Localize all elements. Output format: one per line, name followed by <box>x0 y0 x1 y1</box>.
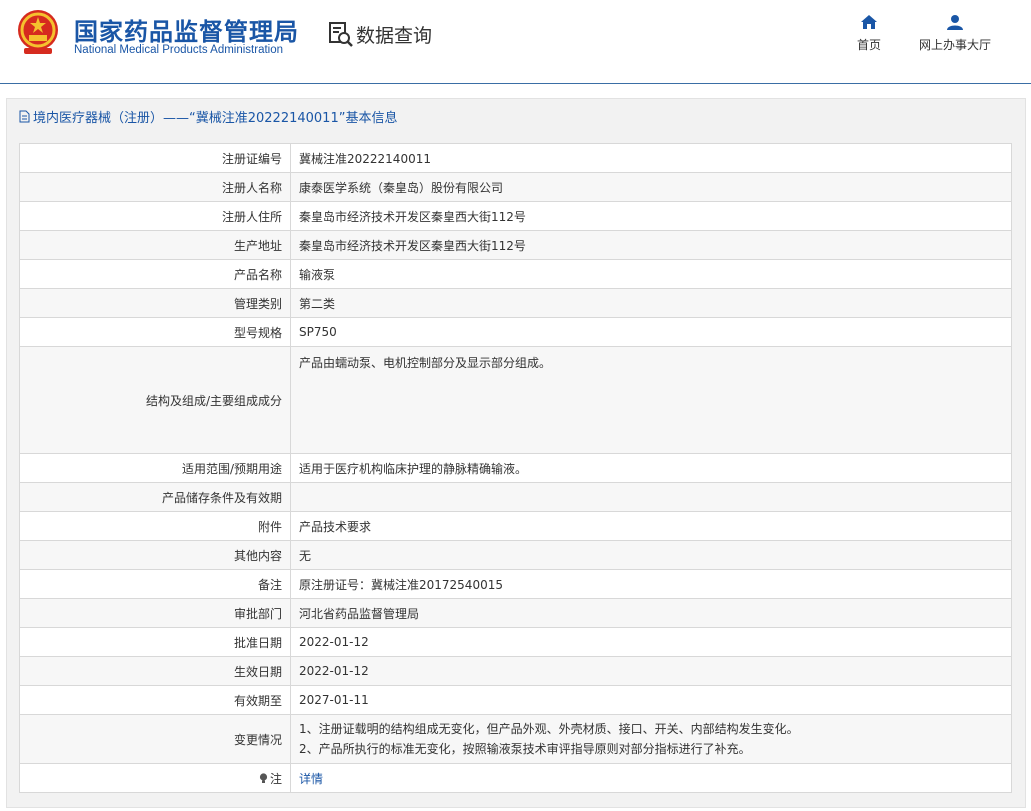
table-row: 批准日期 2022-01-12 <box>19 627 1012 657</box>
table-row: 管理类别 第二类 <box>19 288 1012 318</box>
field-label: 注册人名称 <box>19 172 291 202</box>
table-row: 其他内容无 <box>19 540 1012 570</box>
bulb-icon <box>259 772 268 783</box>
table-row: 生效日期 2022-01-12 <box>19 656 1012 686</box>
info-table: 注册证编号 冀械注准20222140011 注册人名称 康泰医学系统（秦皇岛）股份有… <box>19 143 1012 793</box>
table-row: 注册人名称 康泰医学系统（秦皇岛）股份有限公司 <box>19 172 1012 202</box>
table-row: 结构及组成/主要组成成分 产品由蠕动泵、电机控制部分及显示部分组成。 <box>19 346 1012 454</box>
table-row: 产品储存条件及有效期 <box>19 482 1012 512</box>
field-label: 注册人住所 <box>19 201 291 231</box>
field-label: 产品储存条件及有效期 <box>19 482 291 512</box>
field-value: SP750 <box>290 317 1012 347</box>
document-search-icon <box>329 22 353 47</box>
field-value: 2027-01-11 <box>290 685 1012 715</box>
nav-home-button[interactable]: 首页 <box>852 14 886 53</box>
table-row: 注 详情 <box>19 763 1012 793</box>
field-value: 无 <box>290 540 1012 570</box>
field-value: 详情 <box>290 763 1012 793</box>
field-label: 生效日期 <box>19 656 291 686</box>
detail-panel: 境内医疗器械（注册）——“冀械注准20222140011”基本信息 注册证编号冀… <box>6 98 1026 808</box>
field-label: 适用范围/预期用途 <box>19 453 291 483</box>
nav-online-hall-label: 网上办事大厅 <box>918 38 991 52</box>
table-row: 适用范围/预期用途 适用于医疗机构临床护理的静脉精确输液。 <box>19 453 1012 483</box>
table-row: 注册证编号 冀械注准20222140011 <box>19 143 1012 173</box>
field-label: 附件 <box>19 511 291 541</box>
home-icon <box>861 15 877 29</box>
field-value: 秦皇岛市经济技术开发区秦皇西大街112号 <box>290 230 1012 260</box>
field-value: 2022-01-12 <box>290 656 1012 686</box>
document-icon <box>19 110 30 123</box>
field-value: 产品由蠕动泵、电机控制部分及显示部分组成。 <box>290 346 1012 454</box>
table-row: 附件 产品技术要求 <box>19 511 1012 541</box>
note-label: 注 <box>269 771 282 786</box>
national-emblem-icon <box>18 10 58 54</box>
table-row: 注册人住所 秦皇岛市经济技术开发区秦皇西大街112号 <box>19 201 1012 231</box>
table-row: 产品名称 输液泵 <box>19 259 1012 289</box>
field-value: 河北省药品监督管理局 <box>290 598 1012 628</box>
field-value: 第二类 <box>290 288 1012 318</box>
nav-home-label: 首页 <box>856 38 881 52</box>
field-value: 秦皇岛市经济技术开发区秦皇西大街112号 <box>290 201 1012 231</box>
change-line-2: 2、产品所执行的标准无变化，按照输液泵技术审评指导原则对部分指标进行了补充。 <box>299 742 751 756</box>
field-label: 批准日期 <box>19 627 291 657</box>
field-label: 产品名称 <box>19 259 291 289</box>
field-value <box>290 482 1012 512</box>
change-line-1: 1、注册证载明的结构组成无变化，但产品外观、外壳材质、接口、开关、内部结构发生变… <box>299 722 799 736</box>
field-label: 审批部门 <box>19 598 291 628</box>
field-label: 生产地址 <box>19 230 291 260</box>
data-query-label: 数据查询 <box>356 24 433 47</box>
table-row: 备注 原注册证号：冀械注准20172540015 <box>19 569 1012 599</box>
field-value: 原注册证号：冀械注准20172540015 <box>290 569 1012 599</box>
brand-title-en: National Medical Products Administration <box>74 44 284 56</box>
field-label: 型号规格 <box>19 317 291 347</box>
field-label: 结构及组成/主要组成成分 <box>19 346 291 454</box>
field-label: 管理类别 <box>19 288 291 318</box>
details-link[interactable]: 详情 <box>299 772 323 786</box>
site-header: 国家药品监督管理局 National Medical Products Admi… <box>0 0 1031 84</box>
brand-title-cn: 国家药品监督管理局 <box>74 18 299 46</box>
field-value: 康泰医学系统（秦皇岛）股份有限公司 <box>290 172 1012 202</box>
table-row: 生产地址 秦皇岛市经济技术开发区秦皇西大街112号 <box>19 230 1012 260</box>
user-icon <box>947 15 963 30</box>
field-label: 注 <box>19 763 291 793</box>
data-query-link[interactable]: 数据查询 <box>328 20 432 48</box>
panel-title: 境内医疗器械（注册）——“冀械注准20222140011”基本信息 <box>19 107 397 126</box>
table-row: 审批部门 河北省药品监督管理局 <box>19 598 1012 628</box>
field-value: 1、注册证载明的结构组成无变化，但产品外观、外壳材质、接口、开关、内部结构发生变… <box>290 714 1012 764</box>
table-row: 有效期至 2027-01-11 <box>19 685 1012 715</box>
field-label: 注册证编号 <box>19 143 291 173</box>
table-row: 变更情况 1、注册证载明的结构组成无变化，但产品外观、外壳材质、接口、开关、内部… <box>19 714 1012 764</box>
field-label: 变更情况 <box>19 714 291 764</box>
field-value: 冀械注准20222140011 <box>290 143 1012 173</box>
field-value: 适用于医疗机构临床护理的静脉精确输液。 <box>290 453 1012 483</box>
field-value: 输液泵 <box>290 259 1012 289</box>
nav-online-hall-button[interactable]: 网上办事大厅 <box>912 14 998 53</box>
field-value: 2022-01-12 <box>290 627 1012 657</box>
table-row: 型号规格 SP750 <box>19 317 1012 347</box>
field-label: 其他内容 <box>19 540 291 570</box>
field-label: 有效期至 <box>19 685 291 715</box>
field-label: 备注 <box>19 569 291 599</box>
panel-title-text: 境内医疗器械（注册）——“冀械注准20222140011”基本信息 <box>33 111 398 126</box>
field-value: 产品技术要求 <box>290 511 1012 541</box>
